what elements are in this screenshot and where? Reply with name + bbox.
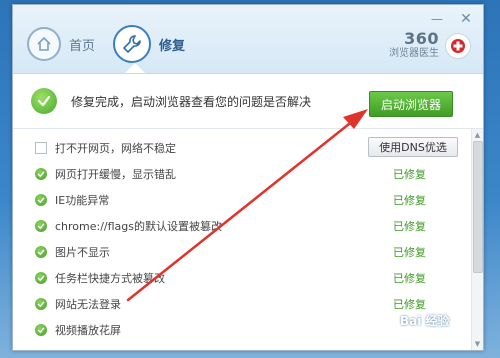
- list-item: IE功能异常 已修复: [13, 187, 468, 213]
- issue-label: 网站无法登录: [55, 298, 121, 311]
- scroll-down-icon[interactable]: ▼: [473, 340, 482, 348]
- list-item: 图片不显示 已修复: [13, 239, 468, 265]
- close-button[interactable]: ✕: [455, 11, 477, 27]
- minimize-button[interactable]: —: [426, 11, 448, 27]
- success-check-icon: [31, 88, 57, 114]
- brand-subtitle: 浏览器医生: [389, 48, 439, 59]
- launch-browser-button[interactable]: 启动浏览器: [369, 91, 453, 117]
- issue-status: 已修复: [393, 272, 426, 285]
- scroll-thumb[interactable]: [473, 141, 483, 273]
- check-icon: [35, 194, 47, 206]
- nav-home[interactable]: 首页: [27, 27, 95, 61]
- dns-optimize-button[interactable]: 使用DNS优选: [368, 137, 458, 157]
- issue-label: 网页打开缓慢，显示错乱: [55, 168, 176, 181]
- issue-checkbox[interactable]: [35, 142, 47, 154]
- check-icon: [35, 272, 47, 284]
- nav-repair[interactable]: 修复: [113, 25, 186, 63]
- scroll-up-icon[interactable]: ▲: [473, 131, 482, 139]
- issue-status: 已修复: [393, 168, 426, 181]
- list-item: 任务栏快捷方式被篡改 已修复: [13, 265, 468, 291]
- nav-home-label: 首页: [69, 38, 96, 54]
- issue-label: IE功能异常: [55, 194, 110, 207]
- baidu-watermark: Bai 经验: [380, 311, 450, 329]
- list-item: 打不开网页，网络不稳定 使用DNS优选: [13, 135, 468, 161]
- browser-doctor-window: — ✕ 首页 修复 360 浏览器医生 修复完成，启动浏览器查看您的问题是否解决…: [12, 4, 484, 351]
- brand: 360 浏览器医生: [389, 31, 471, 60]
- check-icon: [35, 298, 47, 310]
- status-row: 修复完成，启动浏览器查看您的问题是否解决 启动浏览器: [13, 74, 483, 129]
- issue-status: 已修复: [393, 194, 426, 207]
- list-item: chrome://flags的默认设置被篡改 已修复: [13, 213, 468, 239]
- check-icon: [35, 220, 47, 232]
- issue-label: 任务栏快捷方式被篡改: [55, 272, 165, 285]
- issue-label: 打不开网页，网络不稳定: [55, 142, 176, 155]
- active-tab-pointer: [125, 63, 145, 73]
- issue-label: chrome://flags的默认设置被篡改: [55, 220, 223, 233]
- list-item: 网页打开缓慢，显示错乱 已修复: [13, 161, 468, 187]
- header: — ✕ 首页 修复 360 浏览器医生: [13, 5, 483, 74]
- wrench-icon: [113, 25, 151, 63]
- issue-label: 视频播放花屏: [55, 324, 121, 337]
- status-message: 修复完成，启动浏览器查看您的问题是否解决: [71, 95, 312, 109]
- issue-label: 图片不显示: [55, 246, 110, 259]
- red-cross-icon: [445, 32, 471, 59]
- paw-icon: [381, 311, 399, 328]
- check-icon: [35, 168, 47, 180]
- check-icon: [35, 324, 47, 336]
- issue-status: 已修复: [393, 298, 426, 311]
- watermark-text: Bai 经验: [400, 313, 450, 328]
- issue-status: 已修复: [393, 246, 426, 259]
- check-icon: [35, 246, 47, 258]
- nav-repair-label: 修复: [159, 38, 186, 54]
- brand-name: 360: [404, 29, 439, 48]
- issue-status: 已修复: [393, 220, 426, 233]
- list-scrollbar[interactable]: ▲ ▼: [471, 129, 483, 350]
- home-icon: [27, 27, 61, 61]
